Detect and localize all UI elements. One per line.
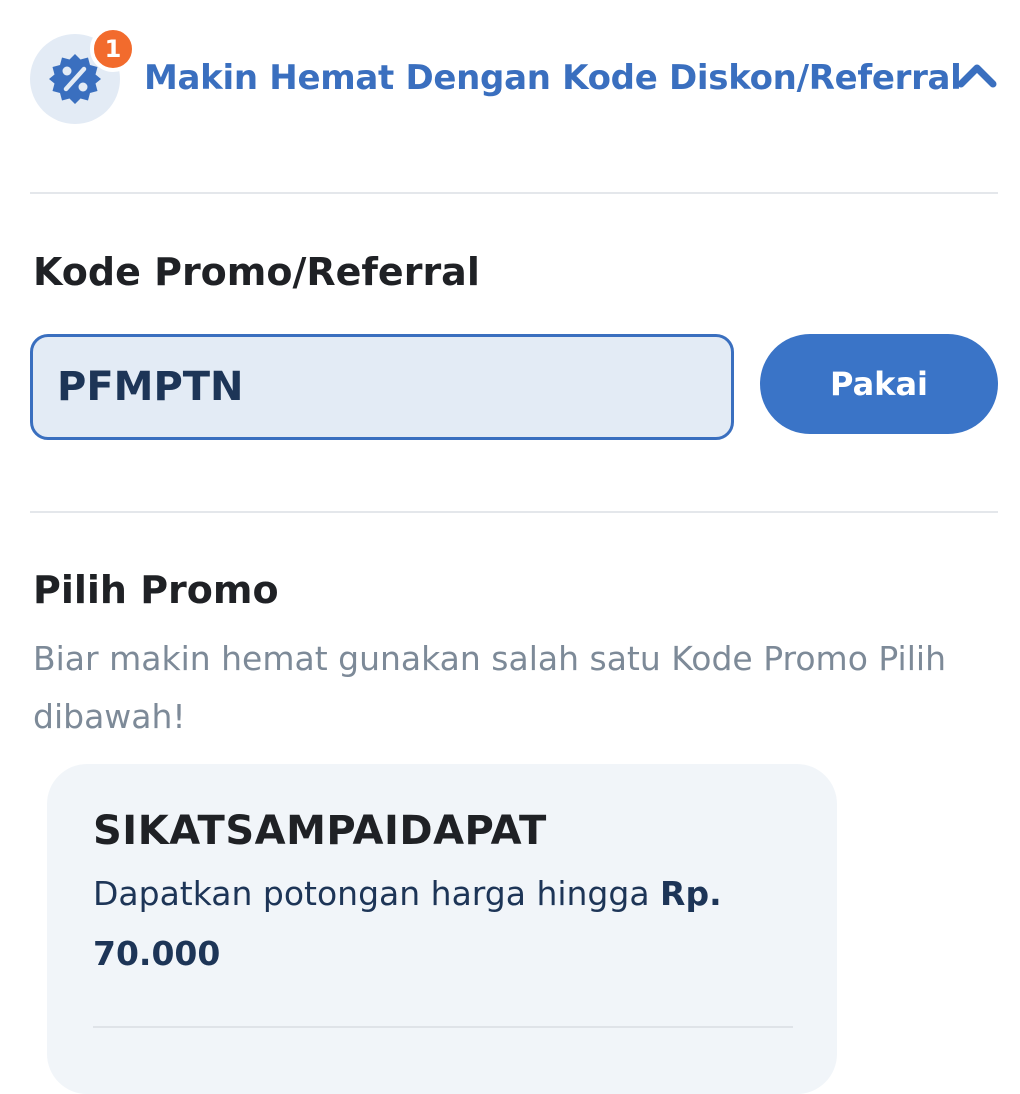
promo-card-divider <box>93 1026 793 1028</box>
choose-promo-title: Pilih Promo <box>33 568 279 612</box>
promo-code-label: Kode Promo/Referral <box>33 250 480 294</box>
promo-card-description-text: Dapatkan potongan harga hingga <box>93 874 661 913</box>
promo-card[interactable]: SIKATSAMPAIDAPAT Dapatkan potongan harga… <box>47 764 837 1094</box>
apply-promo-button[interactable]: Pakai <box>760 334 998 434</box>
section-divider <box>30 511 998 513</box>
promo-card-description: Dapatkan potongan harga hingga Rp. 70.00… <box>93 864 783 984</box>
promo-card-code: SIKATSAMPAIDAPAT <box>93 808 547 854</box>
chevron-up-icon[interactable] <box>956 60 998 94</box>
header-title[interactable]: Makin Hemat Dengan Kode Diskon/Referral <box>144 58 962 98</box>
section-divider <box>30 192 998 194</box>
promo-code-input[interactable] <box>30 334 734 440</box>
choose-promo-description: Biar makin hemat gunakan salah satu Kode… <box>33 639 946 736</box>
discount-referral-toggle[interactable]: 1 Makin Hemat Dengan Kode Diskon/Referra… <box>30 26 998 126</box>
notification-badge: 1 <box>90 26 136 72</box>
